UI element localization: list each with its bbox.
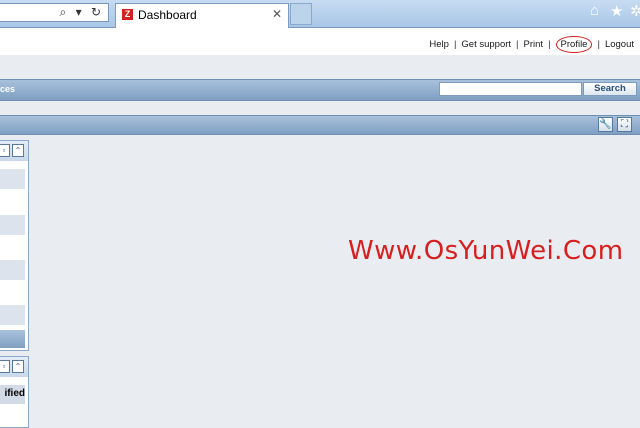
search-input[interactable] bbox=[439, 82, 582, 96]
logout-link[interactable]: Logout bbox=[605, 39, 634, 50]
wrench-icon[interactable]: 🔧 bbox=[598, 117, 613, 132]
collapse-icon[interactable]: ⌃ bbox=[12, 360, 24, 373]
widget-options-icon[interactable]: ▫ bbox=[0, 144, 10, 157]
fullscreen-icon[interactable]: ⛶ bbox=[617, 117, 632, 132]
top-links-bar: Help | Get support | Print | Profile | L… bbox=[0, 28, 640, 55]
home-icon[interactable]: ⌂ bbox=[590, 2, 599, 19]
address-bar-icons[interactable]: ⌕ ▾ ↻ bbox=[60, 5, 104, 20]
browser-tab-dashboard[interactable]: Z Dashboard ✕ bbox=[115, 3, 289, 28]
link-separator: | bbox=[548, 39, 551, 50]
dashboard-header-bar: 🔧 ⛶ bbox=[0, 115, 640, 135]
dashboard-widget: ▫ ⌃ bbox=[0, 140, 29, 351]
link-separator: | bbox=[453, 39, 457, 50]
collapse-icon[interactable]: ⌃ bbox=[12, 144, 24, 157]
browser-chrome: ⌕ ▾ ↻ Z Dashboard ✕ ⌂ ★ ✲ bbox=[0, 0, 640, 28]
profile-link[interactable]: Profile bbox=[555, 36, 593, 53]
list-item[interactable] bbox=[0, 169, 25, 189]
tab-title: Dashboard bbox=[138, 8, 197, 22]
dashboard-widget: ▫ ⌃ ified bbox=[0, 356, 29, 428]
widget-header: ▫ ⌃ bbox=[0, 141, 28, 161]
star-icon[interactable]: ★ bbox=[610, 2, 623, 20]
link-separator: | bbox=[597, 39, 600, 50]
main-menu-bar: ces Search bbox=[0, 79, 640, 101]
list-item[interactable] bbox=[0, 215, 25, 235]
list-item[interactable] bbox=[0, 305, 25, 325]
gear-icon[interactable]: ✲ bbox=[630, 2, 640, 20]
help-link[interactable]: Help bbox=[429, 39, 449, 50]
top-links: Help | Get support | Print | Profile | L… bbox=[429, 36, 634, 53]
widget-options-icon[interactable]: ▫ bbox=[0, 360, 10, 373]
watermark-text: Www.OsYunWei.Com bbox=[348, 236, 624, 266]
print-link[interactable]: Print bbox=[524, 39, 544, 50]
new-tab-button[interactable] bbox=[290, 3, 312, 25]
get-support-link[interactable]: Get support bbox=[461, 39, 511, 50]
widget-footer bbox=[0, 330, 25, 348]
address-bar[interactable]: ⌕ ▾ ↻ bbox=[0, 3, 109, 22]
search-button[interactable]: Search bbox=[583, 82, 637, 96]
list-item[interactable] bbox=[0, 260, 25, 280]
widget-header: ▫ ⌃ bbox=[0, 357, 28, 377]
site-favicon-icon: Z bbox=[122, 9, 133, 20]
close-icon[interactable]: ✕ bbox=[272, 7, 282, 21]
menu-item-services[interactable]: ces bbox=[0, 84, 15, 94]
column-header[interactable]: ified bbox=[0, 385, 25, 404]
link-separator: | bbox=[516, 39, 519, 50]
